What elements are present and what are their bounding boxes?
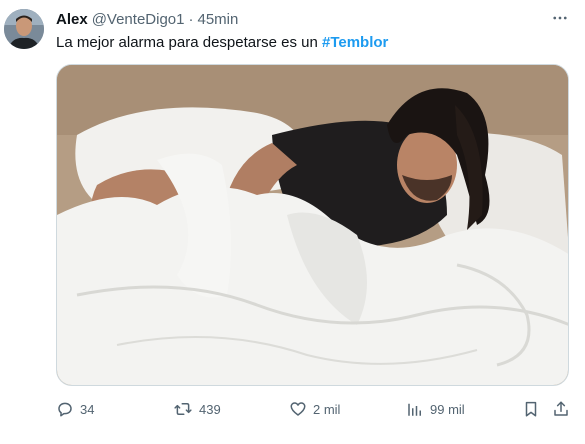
retweet-button[interactable]: 439: [173, 398, 221, 420]
reply-icon: [56, 400, 74, 418]
tweet-photo[interactable]: [56, 64, 569, 386]
tweet-text-body: La mejor alarma para despetarse es un: [56, 34, 322, 51]
retweet-icon: [173, 400, 193, 418]
share-icon: [552, 400, 570, 418]
tweet: Alex @VenteDigo1 · 45min La mejor alarma…: [0, 0, 585, 444]
views-button[interactable]: 99 mil: [406, 398, 465, 420]
action-bar: 34 439 2 mil 99 mil: [56, 398, 576, 420]
heart-icon: [289, 400, 307, 418]
reply-count: 34: [80, 401, 95, 417]
views-icon: [406, 400, 424, 418]
like-count: 2 mil: [313, 401, 341, 417]
tweet-header: Alex @VenteDigo1 · 45min: [56, 11, 238, 29]
share-button[interactable]: [552, 398, 570, 420]
bookmark-button[interactable]: [522, 398, 540, 420]
more-icon: [551, 9, 569, 32]
views-count: 99 mil: [430, 401, 465, 417]
like-button[interactable]: 2 mil: [289, 398, 340, 420]
timestamp[interactable]: 45min: [197, 11, 238, 29]
more-button[interactable]: [548, 9, 572, 31]
reply-button[interactable]: 34: [56, 398, 94, 420]
separator-dot: ·: [188, 11, 194, 28]
bookmark-icon: [522, 400, 540, 418]
author-handle[interactable]: @VenteDigo1: [92, 11, 185, 29]
tweet-text: La mejor alarma para despetarse es un #T…: [56, 33, 388, 52]
avatar[interactable]: [4, 9, 44, 49]
hashtag-link[interactable]: #Temblor: [322, 34, 388, 51]
author-name[interactable]: Alex: [56, 11, 88, 29]
retweet-count: 439: [199, 401, 221, 417]
